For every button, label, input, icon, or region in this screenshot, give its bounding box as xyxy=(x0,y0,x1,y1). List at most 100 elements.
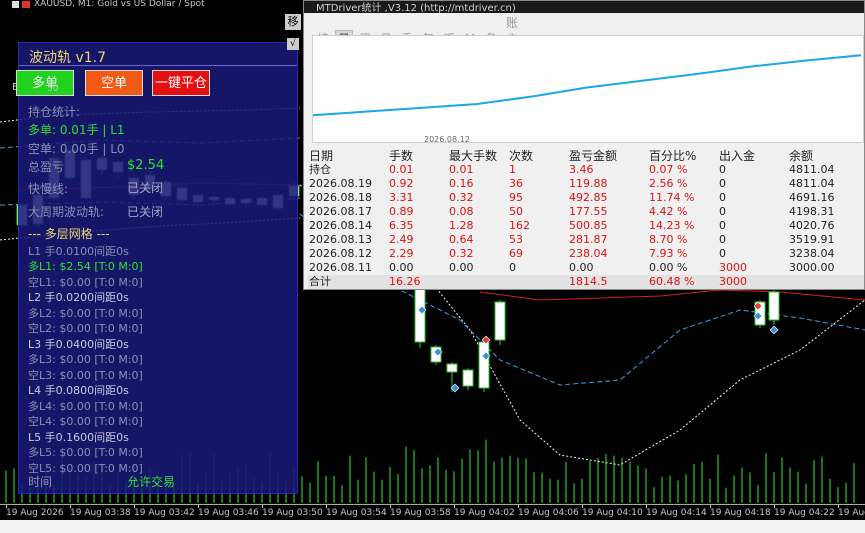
panel-line: 时间 xyxy=(28,475,53,489)
table-cell: 0.89 xyxy=(389,205,414,218)
table-cell: 0.32 xyxy=(449,247,474,260)
panel-line: 多L4: $0.00 [T:0 M:0] xyxy=(28,400,143,413)
table-cell: 0.00 xyxy=(389,261,414,274)
table-cell: 7.93 % xyxy=(649,247,688,260)
table-cell: 4020.76 xyxy=(789,219,835,232)
indicator-line xyxy=(479,289,865,301)
table-cell: 余额 xyxy=(789,149,814,163)
time-label: 19 Aug 03:42 xyxy=(134,508,195,518)
fast-slow-status: 已关闭 xyxy=(127,181,164,195)
balance-curve xyxy=(312,54,862,117)
table-cell: 0 xyxy=(509,261,516,274)
long-button[interactable]: 多单 xyxy=(16,70,74,96)
table-cell: 0.92 xyxy=(389,177,414,190)
stats-table: 日期 手数 最大手数 次数 盈亏金额 百分比% 出入金 余额 持仓 0.01 0.01 1 3.46 0.… xyxy=(308,149,864,289)
table-cell: 492.85 xyxy=(569,191,608,204)
panel-line: L4 手0.0800间距0s xyxy=(28,384,129,397)
check-icon[interactable]: √ xyxy=(287,38,299,50)
table-row: 2026.08.14 6.35 1.28 162 500.85 14.23 % 0 4020.… xyxy=(308,219,864,233)
table-cell: 百分比% xyxy=(649,149,697,163)
table-cell: 0 xyxy=(719,177,726,190)
window-toggle-icon[interactable]: 移 xyxy=(285,14,301,30)
table-total-row: 合计 16.26 1814.5 60.48 % 3000 xyxy=(308,275,864,289)
table-cell: 0.16 xyxy=(449,177,474,190)
table-cell: 2.56 % xyxy=(649,177,688,190)
table-cell: 1 xyxy=(509,163,516,176)
candle-body xyxy=(446,363,458,373)
table-cell: 盈亏金额 xyxy=(569,149,618,163)
table-cell: 0.01 xyxy=(449,163,474,176)
table-cell: 合计 xyxy=(309,275,331,288)
panel-line: 空L3: $0.00 [T:0 M:0] xyxy=(28,369,143,382)
table-cell: 162 xyxy=(509,219,530,232)
table-cell: 0 xyxy=(719,191,726,204)
candle-body xyxy=(462,369,474,387)
table-cell: 3.31 xyxy=(389,191,414,204)
time-label: 19 Aug 2026 xyxy=(6,508,64,518)
table-cell: 2.29 xyxy=(389,247,414,260)
table-cell: 3000.00 xyxy=(789,261,835,274)
table-cell xyxy=(448,275,508,289)
table-row: 2026.08.19 0.92 0.16 36 119.88 2.56 % 0 4811.04 xyxy=(308,177,864,191)
table-cell: 4.42 % xyxy=(649,205,688,218)
panel-line: 空L2: $0.00 [T:0 M:0] xyxy=(28,322,143,335)
table-cell: 4811.04 xyxy=(789,177,835,190)
panel-line: 大周期波动轨: xyxy=(28,205,105,219)
table-cell: 0.00 xyxy=(569,261,594,274)
table-cell: 238.04 xyxy=(569,247,608,260)
table-cell: 0 xyxy=(719,247,726,260)
table-cell: 6.35 xyxy=(389,219,414,232)
table-cell: 3.46 xyxy=(569,163,594,176)
table-cell: 3519.91 xyxy=(789,233,835,246)
table-cell: 60.48 % xyxy=(649,275,695,288)
table-cell: 36 xyxy=(509,177,523,190)
table-cell: 日期 xyxy=(309,149,334,163)
stats-tabs: 综日周月季年币M备账户 xyxy=(314,15,524,46)
table-cell: 4198.31 xyxy=(789,205,835,218)
table-cell: 119.88 xyxy=(569,177,608,190)
time-label: 19 Aug 03:54 xyxy=(326,508,387,518)
table-row: 2026.08.12 2.29 0.32 69 238.04 7.93 % 0 3238.04 xyxy=(308,247,864,261)
stats-title: MTDriver统计 ,V3.12 (http://mtdriver.cn) xyxy=(316,3,516,14)
panel-line: L5 手0.1600间距0s xyxy=(28,431,129,444)
panel-line: L2 手0.0200间距0s xyxy=(28,291,129,304)
table-cell: 16.26 xyxy=(389,275,421,288)
short-button[interactable]: 空单 xyxy=(85,70,143,96)
panel-line: 多L3: $0.00 [T:0 M:0] xyxy=(28,353,143,366)
balance-curve-chart xyxy=(312,35,864,143)
panel-line: 快慢线: xyxy=(28,182,69,196)
time-label: 19 Aug 04:02 xyxy=(454,508,515,518)
close-all-button[interactable]: 一键平仓 xyxy=(152,70,210,96)
table-cell: 500.85 xyxy=(569,219,608,232)
table-row: 2026.08.18 3.31 0.32 95 492.85 11.74 % 0 4691.1… xyxy=(308,191,864,205)
time-label: 19 Aug 04:18 xyxy=(710,508,771,518)
table-row: 2026.08.17 0.89 0.08 50 177.55 4.42 % 0 4198.31 xyxy=(308,205,864,219)
panel-line: 多单: 0.01手 | L1 xyxy=(28,123,125,137)
ea-panel: 波动轨 v1.7 多单 空单 一键平仓 持仓统计: 多单: 0.01手 | L1 空… xyxy=(16,42,298,494)
table-cell: 14.23 % xyxy=(649,219,695,232)
table-cell: 0 xyxy=(719,205,726,218)
table-cell: 69 xyxy=(509,247,523,260)
table-cell: 2026.08.13 xyxy=(309,233,372,246)
panel-divider xyxy=(19,65,297,66)
total-pnl-value: $2.54 xyxy=(127,158,165,173)
table-cell: 3238.04 xyxy=(789,247,835,260)
table-cell: 4811.04 xyxy=(789,163,835,176)
candle-body xyxy=(478,341,490,389)
table-cell: 2026.08.18 xyxy=(309,191,372,204)
table-cell: 95 xyxy=(509,191,523,204)
table-cell xyxy=(508,275,568,289)
time-label: 19 Aug 03:38 xyxy=(70,508,131,518)
panel-line: 空L1: $0.00 [T:0 M:0] xyxy=(28,276,143,289)
table-cell: 出入金 xyxy=(719,149,756,163)
stats-tab[interactable]: 账户 xyxy=(503,15,521,46)
stats-chart-date: 2026.08.12 xyxy=(424,135,470,144)
table-cell: 53 xyxy=(509,233,523,246)
time-label: 19 Aug 03:58 xyxy=(390,508,451,518)
table-cell: 0.00 xyxy=(449,261,474,274)
candle-body xyxy=(494,301,506,341)
table-row: 2026.08.11 0.00 0.00 0 0.00 0.00 % 3000 3000.00 xyxy=(308,261,864,275)
panel-line: L1 手0.0100间距0s xyxy=(28,245,129,258)
table-cell: 50 xyxy=(509,205,523,218)
panel-line: 多L1: $2.54 [T:0 M:0] xyxy=(28,260,143,273)
